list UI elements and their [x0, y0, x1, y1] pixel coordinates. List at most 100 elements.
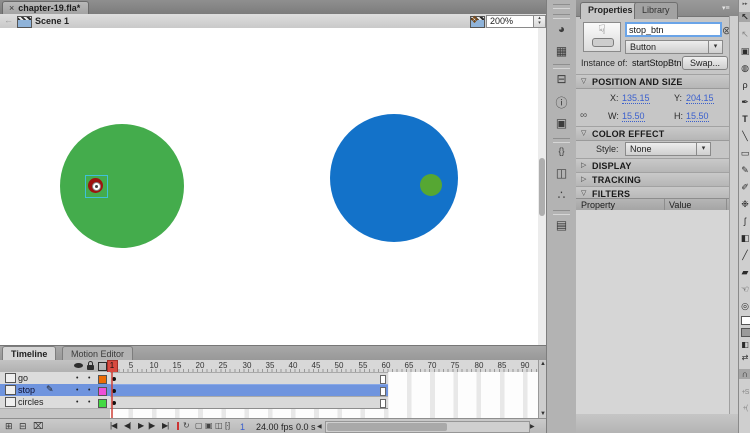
eraser-tool[interactable]: ▰	[739, 267, 750, 277]
dock-grip[interactable]	[553, 4, 570, 9]
w-value[interactable]: 15.50	[622, 111, 645, 122]
filters-list[interactable]	[576, 210, 729, 415]
section-color-effect[interactable]: ▽ COLOR EFFECT	[576, 126, 738, 141]
components-panel-icon[interactable]: ◫	[547, 166, 576, 180]
scene-breadcrumb[interactable]: Scene 1	[35, 16, 69, 26]
zoom-stepper[interactable]: ▴ ▾	[533, 15, 546, 28]
snap-to-objects-magnet-button[interactable]: ∩	[739, 369, 750, 379]
dock-group-handle[interactable]	[553, 210, 570, 215]
frame-rate-indicator[interactable]: 24.00 fps	[256, 422, 293, 432]
edit-symbols-icon[interactable]: ❖	[470, 15, 479, 26]
swap-colors-button[interactable]: ⇄	[739, 353, 750, 363]
onion-skin-outlines-icon[interactable]: ▣	[205, 421, 213, 430]
frame-span-circles[interactable]	[110, 396, 388, 409]
disclosure-triangle-icon[interactable]: ▷	[581, 161, 586, 169]
section-display[interactable]: ▷ DISPLAY	[576, 158, 738, 173]
lock-layers-icon[interactable]	[87, 365, 94, 370]
link-width-height-icon[interactable]: ∞	[580, 110, 587, 121]
go-button-instance[interactable]	[420, 174, 442, 196]
hand-tool[interactable]: ☜	[739, 284, 750, 294]
straighten-option-button[interactable]: +(	[739, 404, 750, 414]
zoom-tool[interactable]: ◎	[739, 301, 750, 311]
go-to-first-frame-button[interactable]: |◀	[110, 421, 116, 430]
show-hide-layers-icon[interactable]	[74, 363, 83, 368]
delete-layer-button[interactable]: ⌧	[33, 421, 43, 432]
pen-tool[interactable]: ✒	[739, 97, 750, 107]
project-panel-icon[interactable]: ▤	[547, 218, 576, 232]
close-tab-icon[interactable]: ×	[9, 3, 14, 13]
disclosure-triangle-icon[interactable]: ▷	[581, 175, 586, 183]
style-dropdown[interactable]: None ▾	[625, 142, 711, 156]
go-to-last-frame-button[interactable]: ▶|	[162, 421, 168, 430]
y-value[interactable]: 204.15	[686, 93, 714, 104]
step-forward-button[interactable]: |▶	[148, 421, 154, 430]
play-button[interactable]: ▶	[138, 421, 143, 430]
section-tracking[interactable]: ▷ TRACKING	[576, 172, 738, 187]
info-panel-icon[interactable]: ⓘ	[547, 94, 576, 111]
layer-outline-color-swatch[interactable]	[98, 387, 107, 396]
dock-group-handle[interactable]	[553, 64, 570, 69]
disclosure-triangle-icon[interactable]: ▽	[581, 129, 586, 137]
eyedropper-tool[interactable]: ╱	[739, 250, 750, 260]
green-circle-graphic[interactable]	[60, 124, 184, 248]
paint-bucket-tool[interactable]: ◧	[739, 233, 750, 243]
code-snippets-panel-icon[interactable]: {}	[547, 146, 576, 156]
loop-playback-icon[interactable]: ↻	[183, 421, 190, 430]
fill-color-swatch[interactable]	[741, 328, 750, 337]
smooth-option-button[interactable]: +S	[739, 388, 750, 398]
layer-name[interactable]: circles	[18, 397, 44, 407]
x-value[interactable]: 135.15	[622, 93, 650, 104]
section-position-and-size[interactable]: ▽ POSITION AND SIZE	[576, 74, 738, 89]
rectangle-tool[interactable]: ▭	[739, 148, 750, 158]
scroll-left-icon[interactable]: ◀	[317, 423, 322, 430]
3d-rotation-tool[interactable]: ◍	[739, 63, 750, 73]
layer-visibility-dot[interactable]: •	[76, 399, 78, 406]
bone-tool[interactable]: ʃ	[739, 216, 750, 226]
dock-group-handle[interactable]	[553, 14, 570, 19]
tab-library[interactable]: Library	[634, 2, 678, 19]
deco-tool[interactable]: ❉	[739, 199, 750, 209]
layer-row-circles[interactable]: circles • •	[0, 396, 110, 409]
panel-menu-icon[interactable]: ▾≡	[722, 4, 730, 12]
pencil-tool[interactable]: ✎	[739, 165, 750, 175]
layer-outline-color-swatch[interactable]	[98, 399, 107, 408]
collapse-panel-icon[interactable]: ▸▸	[739, 1, 750, 7]
scrollbar-thumb[interactable]	[327, 423, 447, 431]
free-transform-tool[interactable]: ▣	[739, 46, 750, 56]
swatches-panel-icon[interactable]: ▦	[547, 44, 576, 58]
playhead-line[interactable]	[111, 372, 113, 418]
edit-multiple-frames-icon[interactable]: ◫	[215, 421, 223, 430]
motion-presets-panel-icon[interactable]: ∴	[547, 188, 576, 202]
modify-markers-icon[interactable]: [·]	[225, 421, 229, 430]
layer-name[interactable]: stop	[18, 385, 35, 395]
back-arrow-icon[interactable]: ←	[4, 15, 13, 25]
layer-lock-dot[interactable]: •	[88, 375, 90, 382]
layer-name[interactable]: go	[18, 373, 28, 383]
zoom-level-input[interactable]: 200%	[486, 15, 538, 28]
swap-button[interactable]: Swap...	[682, 56, 728, 70]
outline-layers-icon[interactable]	[98, 362, 107, 371]
dock-group-handle[interactable]	[553, 138, 570, 143]
scroll-right-icon[interactable]: ▶	[530, 423, 535, 430]
layer-visibility-dot[interactable]: •	[76, 387, 78, 394]
subselection-tool[interactable]: ↖	[739, 29, 750, 39]
layer-visibility-dot[interactable]: •	[76, 375, 78, 382]
align-panel-icon[interactable]: ⊟	[547, 72, 576, 86]
disclosure-triangle-icon[interactable]: ▽	[581, 189, 586, 197]
tab-properties[interactable]: Properties	[580, 2, 641, 19]
text-tool[interactable]: T	[739, 114, 750, 124]
selection-tool[interactable]: ↖	[739, 12, 750, 22]
disclosure-triangle-icon[interactable]: ▽	[581, 77, 586, 85]
stroke-color-swatch[interactable]	[741, 316, 750, 325]
layer-lock-dot[interactable]: •	[88, 399, 90, 406]
lasso-tool[interactable]: ρ	[739, 80, 750, 90]
line-tool[interactable]: ╲	[739, 131, 750, 141]
timeline-horizontal-scrollbar[interactable]	[325, 421, 530, 433]
instance-name-input[interactable]	[625, 22, 722, 37]
step-back-button[interactable]: ◀|	[124, 421, 130, 430]
layer-outline-color-swatch[interactable]	[98, 375, 107, 384]
stage-scrollbar-thumb[interactable]	[539, 158, 545, 216]
layer-lock-dot[interactable]: •	[88, 387, 90, 394]
brush-tool[interactable]: ✐	[739, 182, 750, 192]
zoom-stepper-down-icon[interactable]: ▾	[534, 21, 545, 26]
